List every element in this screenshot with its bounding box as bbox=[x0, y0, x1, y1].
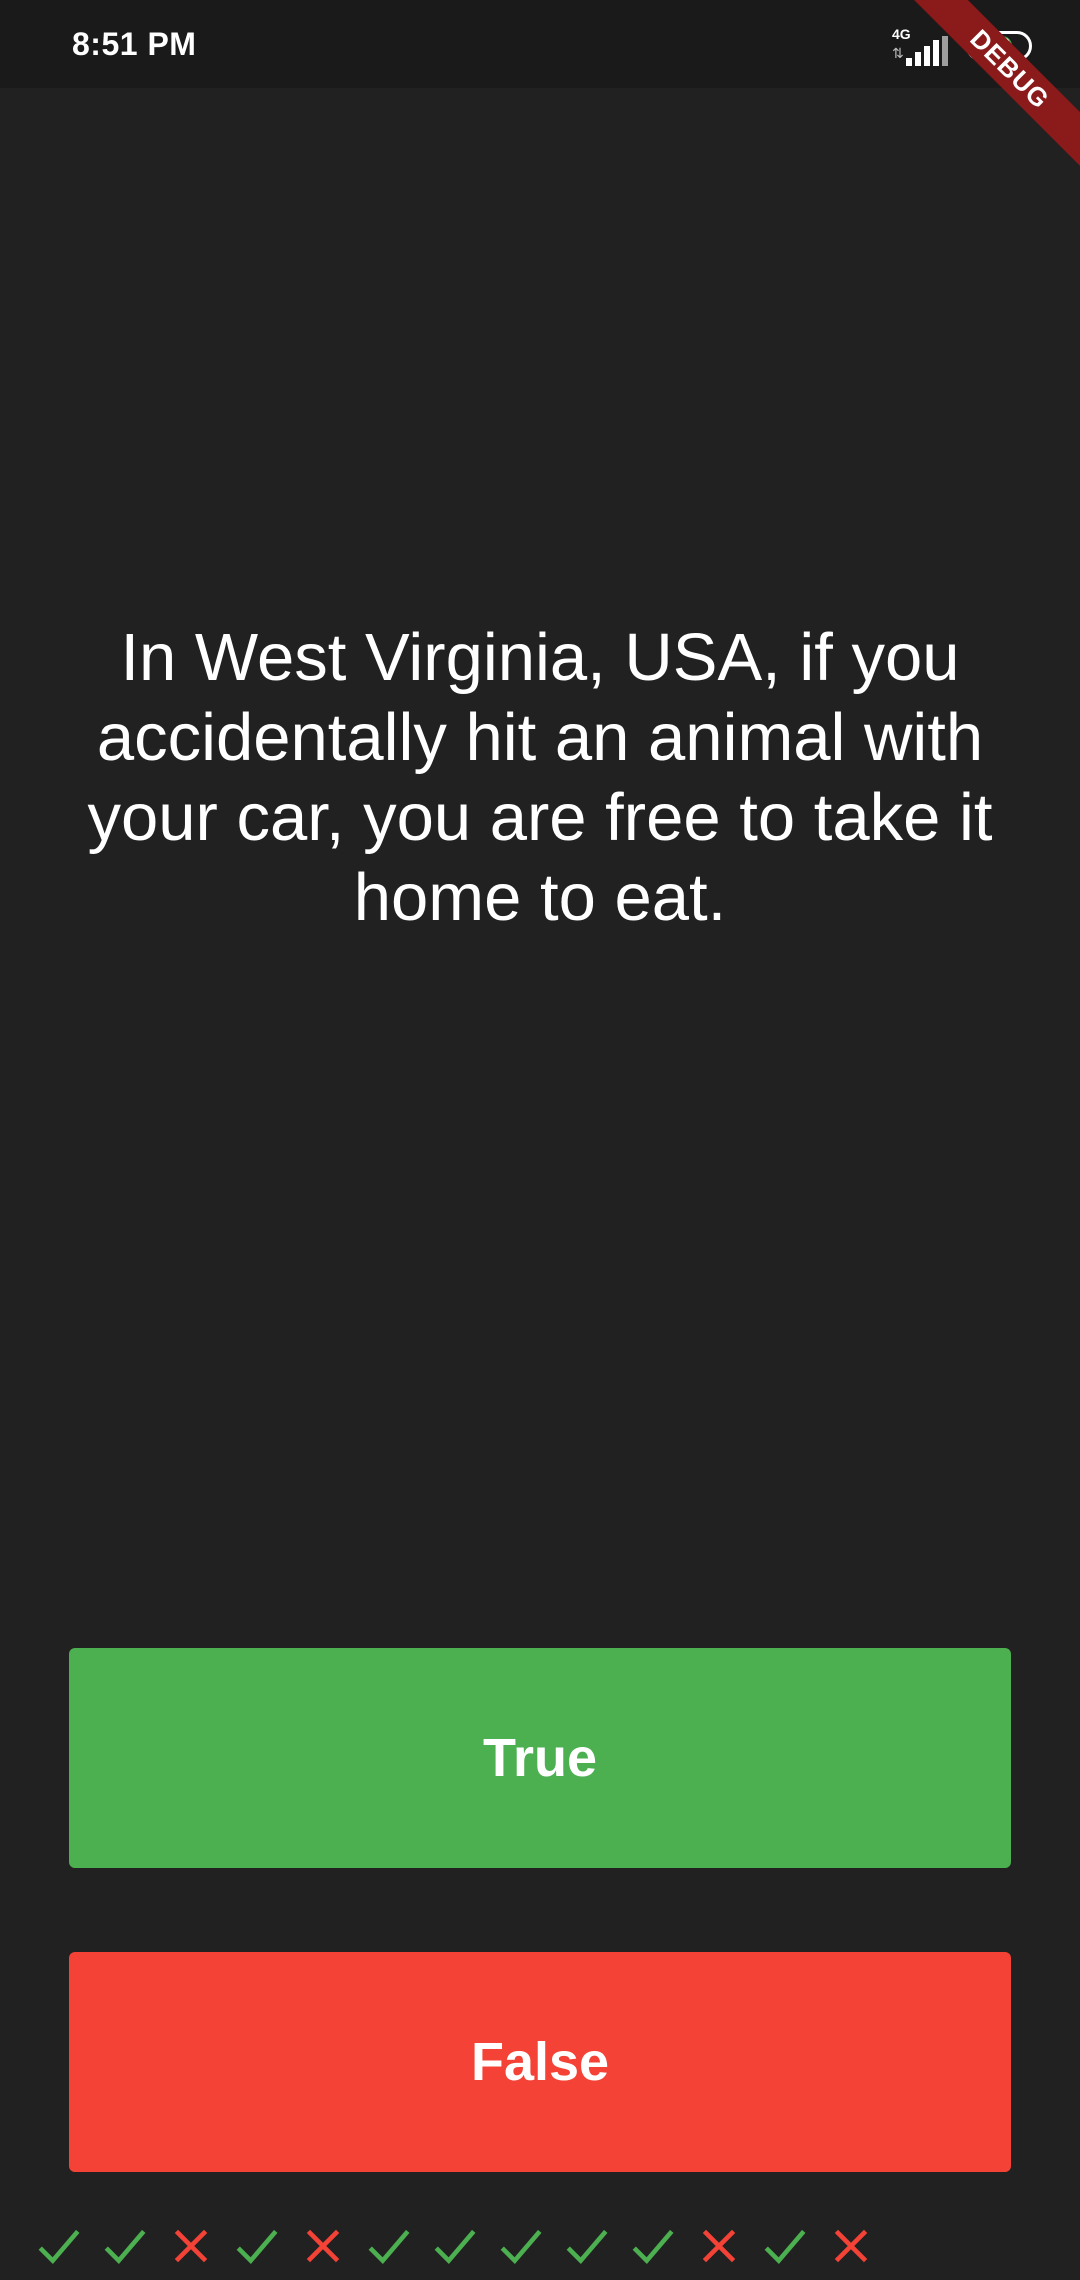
close-icon bbox=[174, 2229, 208, 2263]
check-icon bbox=[632, 2229, 674, 2264]
battery-icon: 73 bbox=[966, 31, 1032, 61]
check-icon bbox=[566, 2229, 608, 2264]
signal-icon: 4G ⇅ bbox=[892, 26, 952, 66]
status-icons: 4G ⇅ 73 bbox=[892, 26, 1032, 66]
signal-bars-icon bbox=[906, 36, 948, 66]
data-arrows-icon: ⇅ bbox=[892, 45, 904, 61]
close-icon bbox=[834, 2229, 868, 2263]
status-bar: 8:51 PM 4G ⇅ 73 bbox=[0, 0, 1080, 88]
close-icon bbox=[306, 2229, 340, 2263]
close-icon bbox=[702, 2229, 736, 2263]
question-text: In West Virginia, USA, if you accidental… bbox=[87, 620, 993, 935]
question-area: In West Virginia, USA, if you accidental… bbox=[0, 88, 1080, 1648]
check-icon bbox=[500, 2229, 542, 2264]
check-icon bbox=[368, 2229, 410, 2264]
check-icon bbox=[236, 2229, 278, 2264]
battery-level: 73 bbox=[987, 35, 1011, 57]
check-icon bbox=[38, 2229, 80, 2264]
score-keeper bbox=[34, 2218, 876, 2274]
status-time: 8:51 PM bbox=[72, 26, 197, 62]
quiz-screen: 8:51 PM 4G ⇅ 73 DEBUG In West Virginia, … bbox=[0, 0, 1080, 2280]
false-button[interactable]: False bbox=[69, 1952, 1011, 2172]
check-icon bbox=[764, 2229, 806, 2264]
true-button[interactable]: True bbox=[69, 1648, 1011, 1868]
check-icon bbox=[104, 2229, 146, 2264]
check-icon bbox=[434, 2229, 476, 2264]
